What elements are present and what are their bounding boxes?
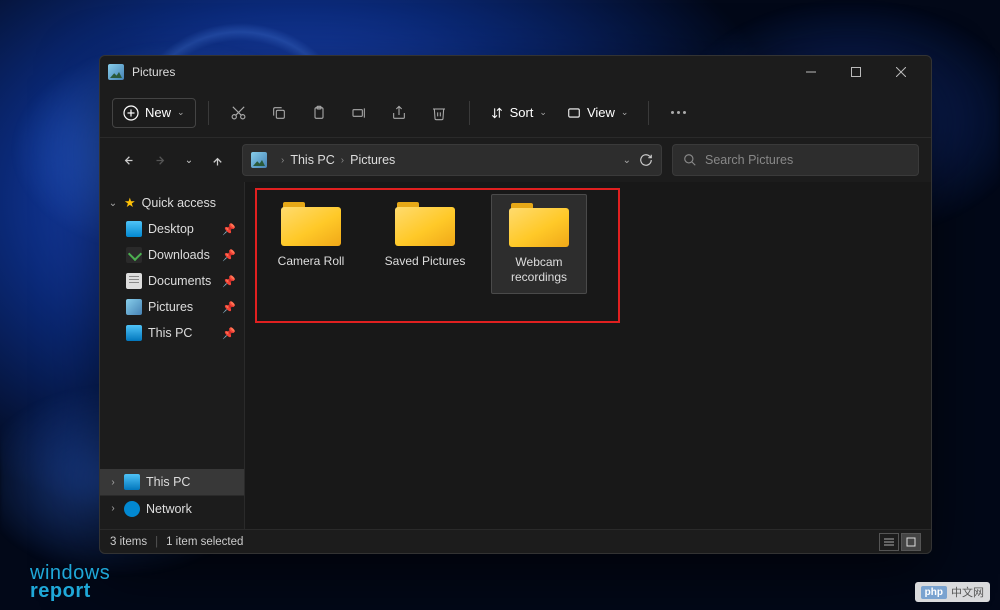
window-controls xyxy=(788,56,923,88)
file-explorer-window: Pictures New ⌄ xyxy=(99,55,932,554)
pin-icon: 📌 xyxy=(222,275,236,288)
chevron-right-icon: › xyxy=(108,503,118,514)
folder-label: Saved Pictures xyxy=(379,254,471,284)
status-selected-count: 1 item selected xyxy=(166,536,243,548)
folder-icon xyxy=(509,201,569,247)
view-mode-toggle xyxy=(879,533,921,551)
folder-label: Camera Roll xyxy=(265,254,357,284)
item-grid: Camera Roll Saved Pictures Webcam record… xyxy=(245,182,931,306)
sidebar-item-thispc[interactable]: › This PC xyxy=(100,469,244,495)
titlebar[interactable]: Pictures xyxy=(100,56,931,88)
folder-label: Webcam recordings xyxy=(494,255,584,285)
close-button[interactable] xyxy=(878,56,923,88)
new-button[interactable]: New ⌄ xyxy=(112,98,196,128)
refresh-button[interactable] xyxy=(639,153,653,167)
back-button[interactable] xyxy=(112,145,142,175)
folder-item-saved-pictures[interactable]: Saved Pictures xyxy=(377,194,473,294)
minimize-button[interactable] xyxy=(788,56,833,88)
more-options-button[interactable] xyxy=(661,111,696,114)
status-item-count: 3 items xyxy=(110,536,147,548)
folder-item-camera-roll[interactable]: Camera Roll xyxy=(263,194,359,294)
maximize-button[interactable] xyxy=(833,56,878,88)
chevron-down-icon: ⌄ xyxy=(108,198,118,209)
status-bar: 3 items | 1 item selected xyxy=(100,529,931,553)
view-label: View xyxy=(587,105,615,120)
chevron-down-icon: ⌄ xyxy=(539,107,547,118)
window-title: Pictures xyxy=(132,65,788,79)
toolbar-separator xyxy=(469,101,470,125)
sidebar-quick-access[interactable]: ⌄ ★ Quick access xyxy=(100,190,244,216)
address-dropdown-icon[interactable]: ⌄ xyxy=(623,155,631,166)
folder-item-webcam-recordings[interactable]: Webcam recordings xyxy=(491,194,587,294)
sort-button[interactable]: Sort ⌄ xyxy=(482,99,555,126)
folder-icon xyxy=(281,200,341,246)
pictures-app-icon xyxy=(108,64,124,80)
toolbar-separator xyxy=(648,101,649,125)
chevron-right-icon: › xyxy=(281,155,284,166)
sort-icon xyxy=(490,106,504,120)
sidebar-item-desktop[interactable]: Desktop 📌 xyxy=(100,216,244,242)
folder-icon xyxy=(395,200,455,246)
status-separator: | xyxy=(155,536,158,548)
forward-button[interactable] xyxy=(146,145,176,175)
chevron-right-icon: › xyxy=(108,477,118,488)
sidebar-item-thispc-pinned[interactable]: This PC 📌 xyxy=(100,320,244,346)
new-button-label: New xyxy=(145,105,171,120)
documents-icon xyxy=(126,273,142,289)
breadcrumb-this-pc[interactable]: This PC xyxy=(290,153,334,167)
pin-icon: 📌 xyxy=(222,249,236,262)
sidebar-item-downloads[interactable]: Downloads 📌 xyxy=(100,242,244,268)
sidebar-item-documents[interactable]: Documents 📌 xyxy=(100,268,244,294)
desktop-icon xyxy=(126,221,142,237)
search-box[interactable] xyxy=(672,144,919,176)
network-icon xyxy=(124,501,140,517)
sidebar-item-pictures[interactable]: Pictures 📌 xyxy=(100,294,244,320)
watermark-windows-report: windowsreport xyxy=(30,564,110,600)
pin-icon: 📌 xyxy=(222,327,236,340)
pin-icon: 📌 xyxy=(222,301,236,314)
view-icon xyxy=(567,106,581,120)
navigation-bar: ⌄ › This PC › Pictures ⌄ xyxy=(100,138,931,182)
copy-button[interactable] xyxy=(261,95,297,131)
plus-circle-icon xyxy=(123,105,139,121)
command-toolbar: New ⌄ Sort ⌄ View ⌄ xyxy=(100,88,931,138)
chevron-down-icon: ⌄ xyxy=(621,107,629,118)
address-bar[interactable]: › This PC › Pictures ⌄ xyxy=(242,144,662,176)
explorer-body: ⌄ ★ Quick access Desktop 📌 Downloads 📌 D… xyxy=(100,182,931,529)
details-view-button[interactable] xyxy=(879,533,899,551)
downloads-icon xyxy=(126,247,142,263)
chevron-right-icon: › xyxy=(341,155,344,166)
pictures-location-icon xyxy=(251,152,267,168)
content-area[interactable]: Camera Roll Saved Pictures Webcam record… xyxy=(245,182,931,529)
chevron-down-icon: ⌄ xyxy=(185,155,193,166)
navigation-sidebar: ⌄ ★ Quick access Desktop 📌 Downloads 📌 D… xyxy=(100,182,245,529)
sort-label: Sort xyxy=(510,105,534,120)
icons-view-button[interactable] xyxy=(901,533,921,551)
pictures-icon xyxy=(126,299,142,315)
paste-button[interactable] xyxy=(301,95,337,131)
rename-button[interactable] xyxy=(341,95,377,131)
delete-button[interactable] xyxy=(421,95,457,131)
toolbar-separator xyxy=(208,101,209,125)
pin-icon: 📌 xyxy=(222,223,236,236)
share-button[interactable] xyxy=(381,95,417,131)
watermark-php-cn: php 中文网 xyxy=(915,582,990,602)
this-pc-icon xyxy=(126,325,142,341)
search-input[interactable] xyxy=(705,153,908,167)
search-icon xyxy=(683,153,697,167)
up-button[interactable] xyxy=(202,145,232,175)
recent-dropdown[interactable]: ⌄ xyxy=(180,145,198,175)
star-icon: ★ xyxy=(124,195,136,211)
view-button[interactable]: View ⌄ xyxy=(559,99,637,126)
chevron-down-icon: ⌄ xyxy=(177,107,185,118)
cut-button[interactable] xyxy=(221,95,257,131)
this-pc-icon xyxy=(124,474,140,490)
sidebar-item-network[interactable]: › Network xyxy=(100,495,244,521)
quick-access-label: Quick access xyxy=(142,196,216,210)
breadcrumb-pictures[interactable]: Pictures xyxy=(350,153,395,167)
